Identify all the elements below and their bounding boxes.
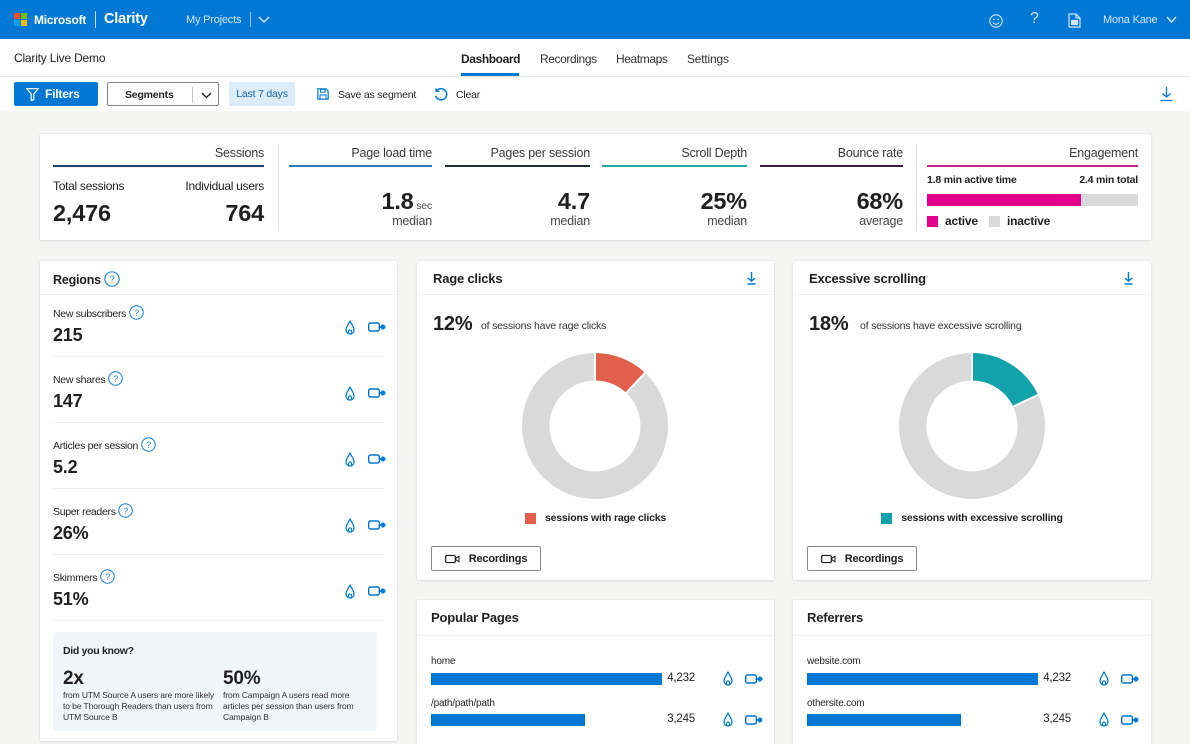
svg-text:?: ? <box>134 308 139 318</box>
svg-text:?: ? <box>105 572 110 582</box>
svg-text:?: ? <box>123 506 128 516</box>
svg-text:?: ? <box>110 275 116 286</box>
svg-text:?: ? <box>113 374 118 384</box>
svg-text:?: ? <box>146 440 151 450</box>
